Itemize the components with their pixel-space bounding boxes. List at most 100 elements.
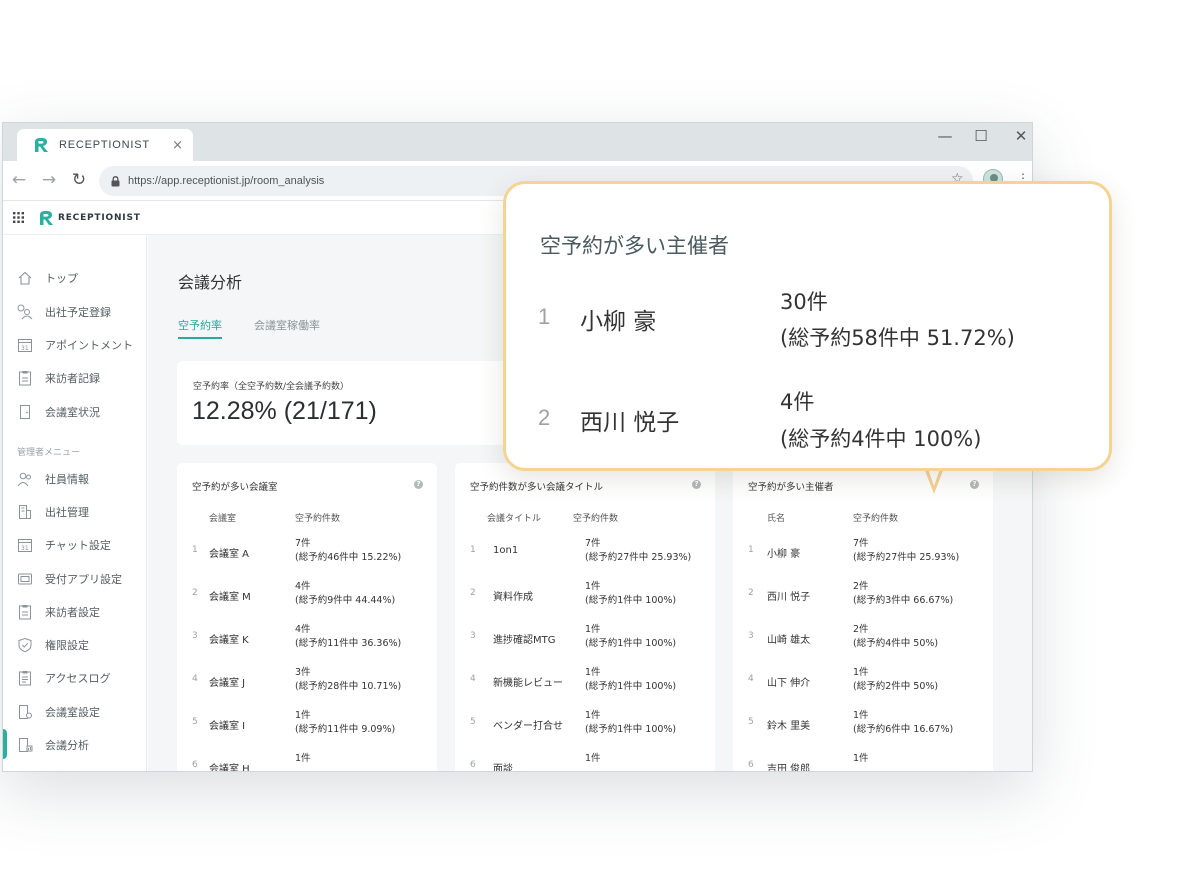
column-header: 氏名	[767, 514, 786, 524]
sidebar-item-room-status[interactable]: 会議室状況	[17, 402, 145, 422]
vacant-rate-value: 12.28% (21/171)	[192, 397, 377, 425]
sidebar-item-attendance-plan[interactable]: 出社予定登録	[17, 302, 145, 322]
row-detail: (総予約1件中 100%)	[585, 724, 677, 735]
row-rank: 5	[192, 717, 198, 727]
row-name: 資料作成	[493, 592, 533, 603]
sidebar-item-label: チャット設定	[45, 539, 111, 552]
row-name: 会議室 I	[209, 721, 246, 732]
window-close-icon[interactable]: ✕	[1009, 127, 1032, 145]
sidebar-item-appointment[interactable]: 31 アポイントメント	[17, 335, 145, 355]
callout-name: 西川 悦子	[580, 410, 680, 436]
row-rank: 6	[470, 760, 476, 770]
app-brand: RECEPTIONIST	[58, 212, 141, 223]
sidebar-item-visitor-log[interactable]: 来訪者記録	[17, 368, 145, 388]
tab-close-icon[interactable]: ×	[172, 138, 183, 153]
row-detail: (総予約27件中 25.93%)	[853, 552, 960, 563]
row-name: 西川 悦子	[767, 592, 811, 603]
help-icon[interactable]: ?	[970, 480, 979, 489]
tablet-icon	[18, 573, 32, 585]
row-detail: (総予約28件中 10.71%)	[295, 681, 402, 692]
row-name: 山下 伸介	[767, 678, 811, 689]
row-rank: 4	[470, 674, 476, 684]
row-rank: 2	[192, 588, 198, 598]
row-rank: 4	[748, 674, 754, 684]
app-grid-icon[interactable]	[13, 212, 24, 223]
row-detail: (総予約1件中 100%)	[585, 681, 677, 692]
browser-tab[interactable]: RECEPTIONIST ×	[17, 129, 193, 161]
row-rank: 1	[470, 545, 476, 555]
sidebar-item-permissions[interactable]: 権限設定	[17, 635, 145, 655]
sidebar-item-chat-settings[interactable]: 31 チャット設定	[17, 535, 145, 555]
shield-icon	[18, 637, 32, 653]
tab-room-utilization[interactable]: 会議室稼働率	[254, 317, 320, 333]
card-vacant-organizers: 空予約が多い主催者 ? 氏名 空予約件数 1 小柳 豪 7件 (総予約27件中 …	[733, 463, 993, 772]
row-count: 1件	[853, 753, 869, 764]
column-header: 空予約件数	[853, 514, 899, 524]
sidebar-item-attendance-management[interactable]: 出社管理	[17, 502, 145, 522]
sidebar-item-top[interactable]: トップ	[17, 268, 145, 288]
row-count: 2件	[853, 624, 869, 635]
table-row: 3 会議室 K 4件 (総予約11件中 36.36%)	[177, 617, 437, 657]
sidebar-item-reception-app-settings[interactable]: 受付アプリ設定	[17, 569, 145, 589]
admin-menu-heading: 管理者メニュー	[17, 448, 81, 458]
sidebar-item-label: 来訪者記録	[45, 372, 100, 385]
callout-detail: (総予約58件中 51.72%)	[780, 326, 1015, 350]
sidebar-item-label: 会議室設定	[45, 706, 100, 719]
card-title: 空予約が多い主催者	[748, 482, 834, 493]
svg-text:31: 31	[21, 545, 29, 552]
tab-title: RECEPTIONIST	[59, 139, 150, 151]
sidebar-item-label: 来訪者設定	[45, 606, 100, 619]
row-rank: 3	[470, 631, 476, 641]
clipboard-icon	[19, 605, 31, 620]
row-detail: (総予約6件中 16.67%)	[853, 724, 954, 735]
calendar-icon: 31	[18, 539, 32, 552]
row-name: 1on1	[493, 545, 519, 556]
callout-detail: (総予約4件中 100%)	[780, 427, 982, 451]
row-name: 吉田 俊郎	[767, 764, 811, 772]
table-row: 6 会議室 H 1件	[177, 746, 437, 771]
sidebar-item-room-settings[interactable]: 会議室設定	[17, 702, 145, 722]
row-detail: (総予約1件中 100%)	[585, 595, 677, 606]
svg-text:31: 31	[21, 345, 29, 352]
back-icon[interactable]: ←	[9, 170, 29, 190]
sidebar-item-visitor-settings[interactable]: 来訪者設定	[17, 602, 145, 622]
tab-vacant-booking-rate[interactable]: 空予約率	[178, 317, 222, 339]
row-count: 1件	[853, 667, 869, 678]
row-count: 7件	[853, 538, 869, 549]
row-detail: (総予約11件中 36.36%)	[295, 638, 402, 649]
row-rank: 1	[748, 545, 754, 555]
callout-title: 空予約が多い主催者	[540, 234, 729, 258]
row-name: 面談	[493, 764, 513, 772]
table-row: 5 会議室 I 1件 (総予約11件中 9.09%)	[177, 703, 437, 743]
row-rank: 2	[470, 588, 476, 598]
building-icon	[19, 505, 31, 519]
maximize-icon[interactable]: ☐	[969, 127, 993, 145]
row-count: 7件	[295, 538, 311, 549]
door-gear-icon	[19, 705, 32, 719]
sidebar-item-employees[interactable]: 社員情報	[17, 469, 145, 489]
card-vacant-rooms: 空予約が多い会議室 ? 会議室 空予約件数 1 会議室 A 7件 (総予約46件…	[177, 463, 437, 771]
forward-icon[interactable]: →	[39, 170, 59, 190]
help-icon[interactable]: ?	[692, 480, 701, 489]
reload-icon[interactable]: ↻	[69, 170, 89, 190]
clipboard-list-icon	[19, 671, 31, 686]
row-detail: (総予約2件中 50%)	[853, 681, 939, 692]
row-detail: (総予約4件中 50%)	[853, 638, 939, 649]
row-detail: (総予約11件中 9.09%)	[295, 724, 396, 735]
minimize-icon[interactable]: —	[933, 127, 957, 145]
vacant-rate-card: 空予約率（全空予約数/全会議予約数） 12.28% (21/171)	[177, 361, 517, 445]
help-icon[interactable]: ?	[414, 480, 423, 489]
sidebar-item-meeting-analysis[interactable]: 会議分析	[17, 735, 145, 755]
row-count: 1件	[853, 710, 869, 721]
table-row: 2 会議室 M 4件 (総予約9件中 44.44%)	[177, 574, 437, 614]
row-rank: 5	[748, 717, 754, 727]
row-name: 会議室 A	[209, 549, 250, 560]
sidebar-item-access-log[interactable]: アクセスログ	[17, 668, 145, 688]
row-name: 小柳 豪	[767, 549, 801, 560]
row-count: 1件	[585, 581, 601, 592]
lock-icon	[111, 175, 120, 186]
callout-rank: 2	[538, 405, 551, 430]
row-rank: 2	[748, 588, 754, 598]
sidebar-item-label: トップ	[45, 272, 78, 285]
home-icon	[18, 271, 32, 285]
